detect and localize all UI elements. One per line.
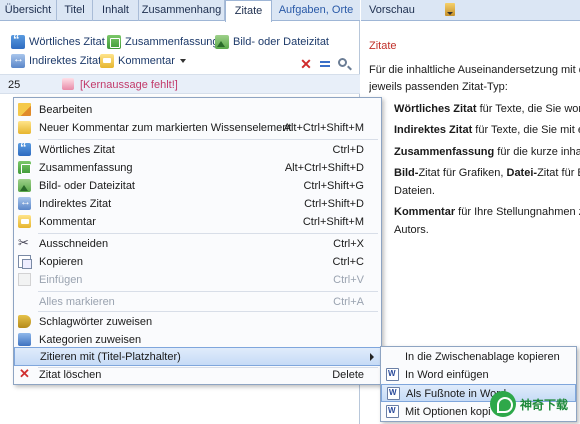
menu-item-einfuegen[interactable]: Einfügen Ctrl+V bbox=[14, 271, 381, 289]
watermark-text: 神奇下载 bbox=[520, 397, 569, 412]
tab-aufgaben-orte[interactable]: Aufgaben, Orte bbox=[272, 0, 360, 21]
comment-icon bbox=[18, 215, 31, 228]
woertliches-zitat-label: Wörtliches Zitat bbox=[29, 36, 105, 48]
bild-dateizitat-button[interactable]: Bild- oder Dateizitat bbox=[215, 34, 329, 50]
watermark-badge-icon bbox=[490, 391, 516, 417]
zusammenfassung-label: Zusammenfassung bbox=[125, 36, 219, 48]
menu-item-zitieren-mit[interactable]: Zitieren mit (Titel-Platzhalter) bbox=[14, 347, 381, 366]
image-icon bbox=[18, 179, 31, 192]
delete-icon[interactable]: ✕ bbox=[300, 57, 312, 71]
preview-item-kommentar-line-2: Autors. bbox=[394, 223, 429, 236]
image-icon bbox=[215, 35, 229, 49]
quote-icon bbox=[18, 140, 31, 156]
tab-bar: Übersicht Titel Inhalt Zusammenhang Zita… bbox=[0, 0, 360, 22]
menu-item-neuer-kommentar[interactable]: Neuer Kommentar zum markierten Wissensel… bbox=[14, 119, 381, 137]
preview-item-indirekt: Indirektes Zitat für Texte, die Sie mit … bbox=[394, 124, 580, 136]
preview-item-zusammenfassung: Zusammenfassung für die kurze inhaltlic bbox=[394, 145, 580, 158]
word-icon bbox=[387, 387, 400, 400]
submenu-item-word-einfuegen[interactable]: In Word einfügen bbox=[381, 366, 576, 384]
kommentar-dropdown-button[interactable]: Kommentar bbox=[100, 53, 186, 69]
summary-icon bbox=[18, 161, 31, 174]
preview-header: Vorschau bbox=[361, 0, 580, 21]
word-icon bbox=[386, 405, 399, 418]
menu-item-woertliches-zitat[interactable]: Wörtliches Zitat Ctrl+D bbox=[14, 140, 381, 159]
zusammenfassung-button[interactable]: Zusammenfassung bbox=[107, 34, 219, 50]
menu-separator bbox=[38, 139, 378, 140]
scissors-icon bbox=[18, 235, 31, 251]
menu-separator bbox=[38, 311, 378, 312]
menu-item-indirektes-zitat[interactable]: Indirektes Zitat Ctrl+Shift+D bbox=[14, 195, 381, 213]
collapse-icon[interactable] bbox=[319, 58, 331, 70]
paste-icon bbox=[18, 273, 31, 286]
quote-icon bbox=[11, 32, 25, 49]
tab-zitate[interactable]: Zitate bbox=[225, 0, 272, 22]
tab-zusammenhang[interactable]: Zusammenhang bbox=[139, 0, 225, 21]
toolbar-row-1: Wörtliches Zitat Zusammenfassung Bild- o… bbox=[0, 32, 360, 52]
menu-item-ausschneiden[interactable]: Ausschneiden Ctrl+X bbox=[14, 235, 381, 253]
tab-uebersicht[interactable]: Übersicht bbox=[0, 0, 57, 21]
menu-separator bbox=[38, 233, 378, 234]
menu-item-bild-dateizitat[interactable]: Bild- oder Dateizitat Ctrl+Shift+G bbox=[14, 177, 381, 195]
category-icon bbox=[18, 333, 31, 346]
tag-icon bbox=[18, 315, 31, 328]
kommentar-label: Kommentar bbox=[118, 55, 175, 67]
watermark-logo: 神奇下载 bbox=[490, 390, 578, 418]
menu-item-zusammenfassung[interactable]: Zusammenfassung Alt+Ctrl+Shift+D bbox=[14, 159, 381, 177]
word-icon bbox=[386, 368, 399, 381]
indirektes-zitat-label: Indirektes Zitat bbox=[29, 55, 102, 67]
preview-options-icon[interactable] bbox=[445, 3, 455, 16]
copy-icon bbox=[18, 255, 32, 269]
preview-title: Zitate bbox=[369, 40, 397, 52]
menu-item-bearbeiten[interactable]: Bearbeiten bbox=[14, 101, 381, 119]
indirektes-zitat-button[interactable]: Indirektes Zitat bbox=[11, 53, 101, 69]
preview-intro-line-1: Für die inhaltliche Auseinandersetzung m… bbox=[369, 63, 580, 76]
preview-item-kommentar: Kommentar für Ihre Stellungnahmen zu e bbox=[394, 206, 580, 218]
delete-icon bbox=[18, 366, 31, 382]
dropdown-arrow-icon bbox=[179, 59, 186, 63]
tab-inhalt[interactable]: Inhalt bbox=[93, 0, 139, 21]
preview-intro-line-2: jeweils passenden Zitat-Typ: bbox=[369, 81, 508, 93]
search-icon[interactable] bbox=[338, 58, 347, 67]
preview-item-bild-line-2: Dateien. bbox=[394, 184, 435, 197]
menu-item-alles-markieren[interactable]: Alles markieren Ctrl+A bbox=[14, 293, 381, 311]
comment-icon bbox=[62, 78, 74, 90]
preview-item-bild: Bild-Zitat für Grafiken, Datei-Zitat für… bbox=[394, 167, 580, 179]
indirect-quote-icon bbox=[18, 196, 31, 210]
submenu-arrow-icon bbox=[370, 353, 374, 361]
submenu-item-zwischenablage[interactable]: In die Zwischenablage kopieren bbox=[381, 348, 576, 366]
comment-icon bbox=[100, 54, 114, 68]
tab-titel[interactable]: Titel bbox=[57, 0, 93, 21]
bild-dateizitat-label: Bild- oder Dateizitat bbox=[233, 36, 329, 48]
new-comment-icon bbox=[18, 121, 31, 134]
indirect-quote-icon bbox=[11, 53, 25, 68]
menu-item-zitat-loeschen[interactable]: Zitat löschen Delete bbox=[14, 366, 381, 384]
preview-item-woertlich: Wörtliches Zitat für Texte, die Sie wort… bbox=[394, 102, 580, 115]
context-menu: Bearbeiten Neuer Kommentar zum markierte… bbox=[13, 97, 382, 385]
summary-icon bbox=[107, 35, 121, 49]
menu-item-kopieren[interactable]: Kopieren Ctrl+C bbox=[14, 253, 381, 271]
menu-item-schlagwoerter[interactable]: Schlagwörter zuweisen bbox=[14, 313, 381, 331]
tab-vorschau[interactable]: Vorschau bbox=[369, 4, 415, 16]
woertliches-zitat-button[interactable]: Wörtliches Zitat bbox=[11, 32, 105, 50]
menu-separator bbox=[38, 291, 378, 292]
row-text: [Kernaussage fehlt!] bbox=[80, 79, 178, 91]
menu-item-kommentar[interactable]: Kommentar Ctrl+Shift+M bbox=[14, 213, 381, 231]
row-number: 25 bbox=[8, 79, 21, 91]
list-item[interactable]: 25 [Kernaussage fehlt!] bbox=[0, 75, 360, 94]
pencil-icon bbox=[18, 103, 31, 116]
